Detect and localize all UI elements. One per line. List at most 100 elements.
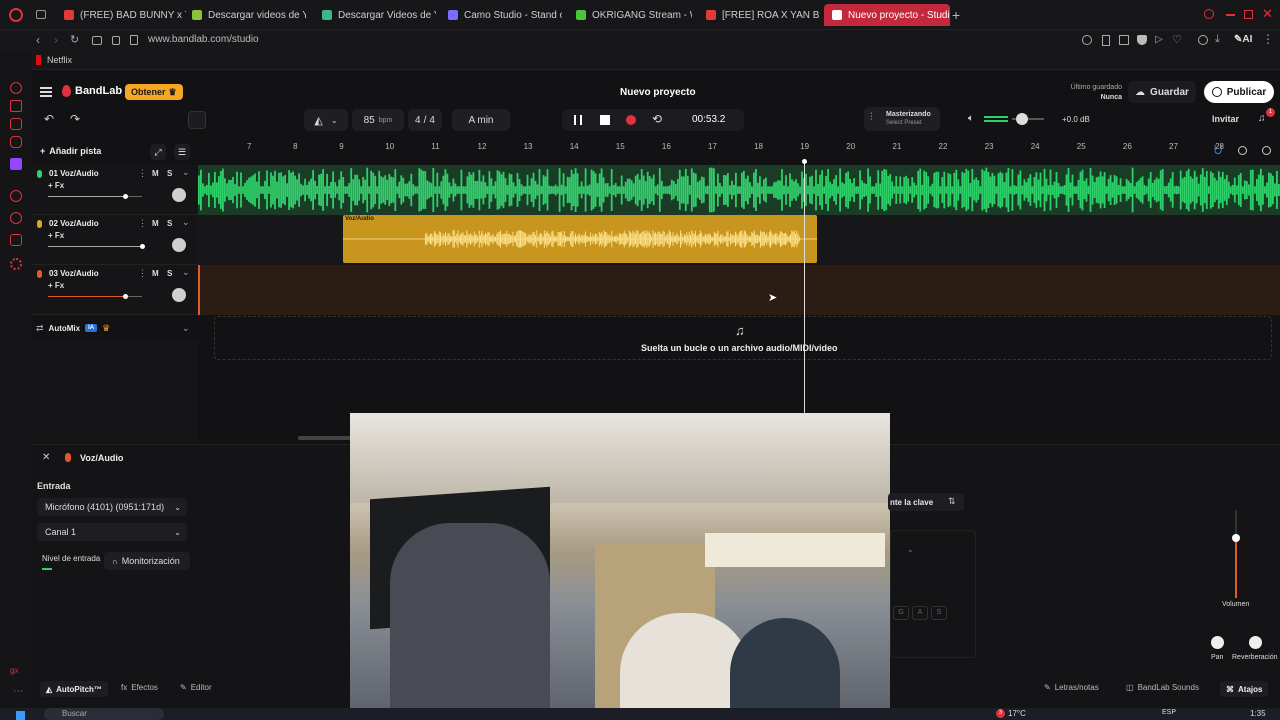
- track-pan-knob[interactable]: [172, 188, 186, 202]
- automix-chevron-icon[interactable]: ⌄: [182, 323, 190, 334]
- monitoring-button[interactable]: ∩ Monitorización: [104, 552, 190, 570]
- account-icon[interactable]: [1198, 35, 1208, 45]
- windows-start-icon[interactable]: [16, 711, 25, 720]
- wallet-icon[interactable]: ▷: [1155, 34, 1163, 45]
- solo-button[interactable]: S: [167, 219, 172, 228]
- tuner-button[interactable]: [188, 111, 206, 129]
- loop-icon[interactable]: ⟲: [652, 112, 662, 126]
- voice-chevron-icon[interactable]: ⌄: [907, 545, 914, 554]
- track-name[interactable]: 03 Voz/Audio: [49, 269, 99, 278]
- shield-icon[interactable]: [1137, 35, 1147, 45]
- track-2-clip[interactable]: Voz/Audio: [343, 215, 817, 263]
- add-fx-button[interactable]: + Fx: [48, 281, 64, 290]
- history-icon[interactable]: [10, 212, 22, 224]
- key-selector[interactable]: A min: [452, 109, 510, 131]
- mastering-button[interactable]: ⫶ Masterizando Select Preset: [864, 107, 940, 131]
- track-2-lane[interactable]: Voz/Audio: [198, 215, 1280, 265]
- playhead[interactable]: [804, 162, 805, 444]
- horizontal-scrollbar[interactable]: [298, 436, 358, 440]
- master-volume-slider[interactable]: [1012, 113, 1044, 125]
- reload-icon[interactable]: ↻: [70, 33, 79, 46]
- automix-row[interactable]: ⇄ AutoMix IA ♛ ⌄: [32, 318, 198, 338]
- browser-tab[interactable]: OKRIGANG Stream - Wate: [568, 4, 692, 26]
- invite-button[interactable]: Invitar: [1212, 114, 1239, 124]
- record-button[interactable]: [626, 115, 636, 125]
- track-name[interactable]: 02 Voz/Audio: [49, 219, 99, 228]
- browser-tab[interactable]: Nuevo proyecto - Studi: [824, 4, 950, 26]
- track-volume-handle[interactable]: [123, 194, 128, 199]
- pinboard-icon[interactable]: [10, 234, 22, 246]
- publish-button[interactable]: Publicar: [1204, 81, 1274, 103]
- search-tabs-icon[interactable]: [1204, 9, 1214, 19]
- mute-button[interactable]: M: [152, 169, 159, 178]
- metronome-control[interactable]: ◭ ⌄: [304, 109, 348, 131]
- close-panel-icon[interactable]: ✕: [42, 452, 50, 463]
- browser-tab[interactable]: Descargar Videos de You: [314, 4, 436, 26]
- track-1-lane[interactable]: [198, 165, 1280, 215]
- zoom-in-icon[interactable]: [1262, 146, 1271, 155]
- clock[interactable]: 1:35: [1250, 709, 1266, 718]
- time-signature[interactable]: 4 / 4: [408, 109, 442, 131]
- mute-button[interactable]: M: [152, 269, 159, 278]
- shortcuts-button[interactable]: ⌘ Atajos: [1220, 681, 1269, 697]
- forward-icon[interactable]: ›: [54, 33, 58, 47]
- track-chevron-icon[interactable]: ⌄: [182, 167, 190, 178]
- player-icon[interactable]: [10, 190, 22, 202]
- key-settings-icon[interactable]: ⇅: [948, 496, 956, 507]
- save-button[interactable]: ☁ Guardar: [1128, 81, 1196, 103]
- voice-option-button[interactable]: S: [931, 606, 947, 620]
- gx-icon[interactable]: gx: [10, 666, 18, 675]
- timeline-ruler[interactable]: [198, 140, 1280, 164]
- bookmark-netflix[interactable]: Netflix: [36, 55, 72, 65]
- download-icon[interactable]: ⤓: [1215, 33, 1220, 46]
- twitch-icon[interactable]: [10, 158, 22, 170]
- menu-dots-icon[interactable]: ⋮: [1262, 32, 1274, 46]
- drop-zone[interactable]: ♫ Suelta un bucle o un archivo audio/MID…: [214, 316, 1272, 360]
- settings-gear-icon[interactable]: [10, 258, 22, 270]
- undo-icon[interactable]: ↶: [44, 112, 54, 126]
- pause-button[interactable]: [574, 115, 582, 125]
- track-volume-slider[interactable]: [48, 294, 142, 299]
- track-chevron-icon[interactable]: ⌄: [182, 217, 190, 228]
- reverb-knob[interactable]: [1249, 636, 1262, 649]
- instagram-icon[interactable]: [10, 136, 22, 148]
- track-pan-knob[interactable]: [172, 288, 186, 302]
- track-volume-slider[interactable]: [48, 194, 142, 199]
- volume-fader-knob[interactable]: [1232, 534, 1240, 542]
- heart-icon[interactable]: ♡: [1172, 33, 1182, 46]
- browser-tab[interactable]: (FREE) BAD BUNNY x TAIN: [56, 4, 186, 26]
- sidebar-more-icon[interactable]: ⋯: [13, 686, 23, 697]
- speaker-icon[interactable]: 🔈︎: [968, 113, 974, 124]
- close-window-icon[interactable]: ✕: [1262, 6, 1273, 22]
- tempo-control[interactable]: 85 bpm: [352, 109, 404, 131]
- track-chevron-icon[interactable]: ⌄: [182, 267, 190, 278]
- track-menu-icon[interactable]: ⋮: [138, 168, 147, 179]
- track-volume-handle[interactable]: [140, 244, 145, 249]
- bookmark-icon[interactable]: [1102, 35, 1110, 46]
- bell-icon[interactable]: ♫: [1258, 113, 1266, 124]
- voice-option-button[interactable]: A: [912, 606, 928, 620]
- taskbar-search[interactable]: Buscar: [44, 708, 164, 720]
- zoom-out-icon[interactable]: [1238, 146, 1247, 155]
- browser-tab[interactable]: Descargar videos de YouT: [184, 4, 306, 26]
- autopitch-tab[interactable]: ◭ AutoPitch™: [40, 681, 108, 697]
- voice-option-button[interactable]: G: [893, 606, 909, 620]
- effects-tab[interactable]: fx Efectos: [121, 683, 158, 692]
- opera-logo-icon[interactable]: [9, 8, 23, 22]
- browser-tab[interactable]: [FREE] ROA X YAN BLOCK: [698, 4, 820, 26]
- menu-icon[interactable]: [40, 87, 52, 97]
- bandlab-logo[interactable]: BandLab: [62, 85, 122, 97]
- extensions-icon[interactable]: [1119, 35, 1129, 45]
- track-header[interactable]: 01 Voz/Audio + Fx ⋮ M S ⌄: [32, 165, 198, 215]
- weather-text[interactable]: 17°C: [1008, 709, 1026, 718]
- track-header[interactable]: 02 Voz/Audio + Fx ⋮ M S ⌄: [32, 215, 198, 265]
- volume-fader[interactable]: [1232, 510, 1240, 598]
- channel-select[interactable]: Canal 1 ⌄: [37, 523, 187, 541]
- back-icon[interactable]: ‹: [36, 33, 40, 47]
- zoom-icon[interactable]: [1082, 35, 1092, 45]
- new-tab-button[interactable]: +: [952, 7, 960, 23]
- aria-icon[interactable]: [10, 82, 22, 94]
- snapshot-icon[interactable]: [92, 36, 102, 45]
- stop-button[interactable]: [600, 115, 610, 125]
- track-header[interactable]: 03 Voz/Audio + Fx ⋮ M S ⌄: [32, 265, 198, 315]
